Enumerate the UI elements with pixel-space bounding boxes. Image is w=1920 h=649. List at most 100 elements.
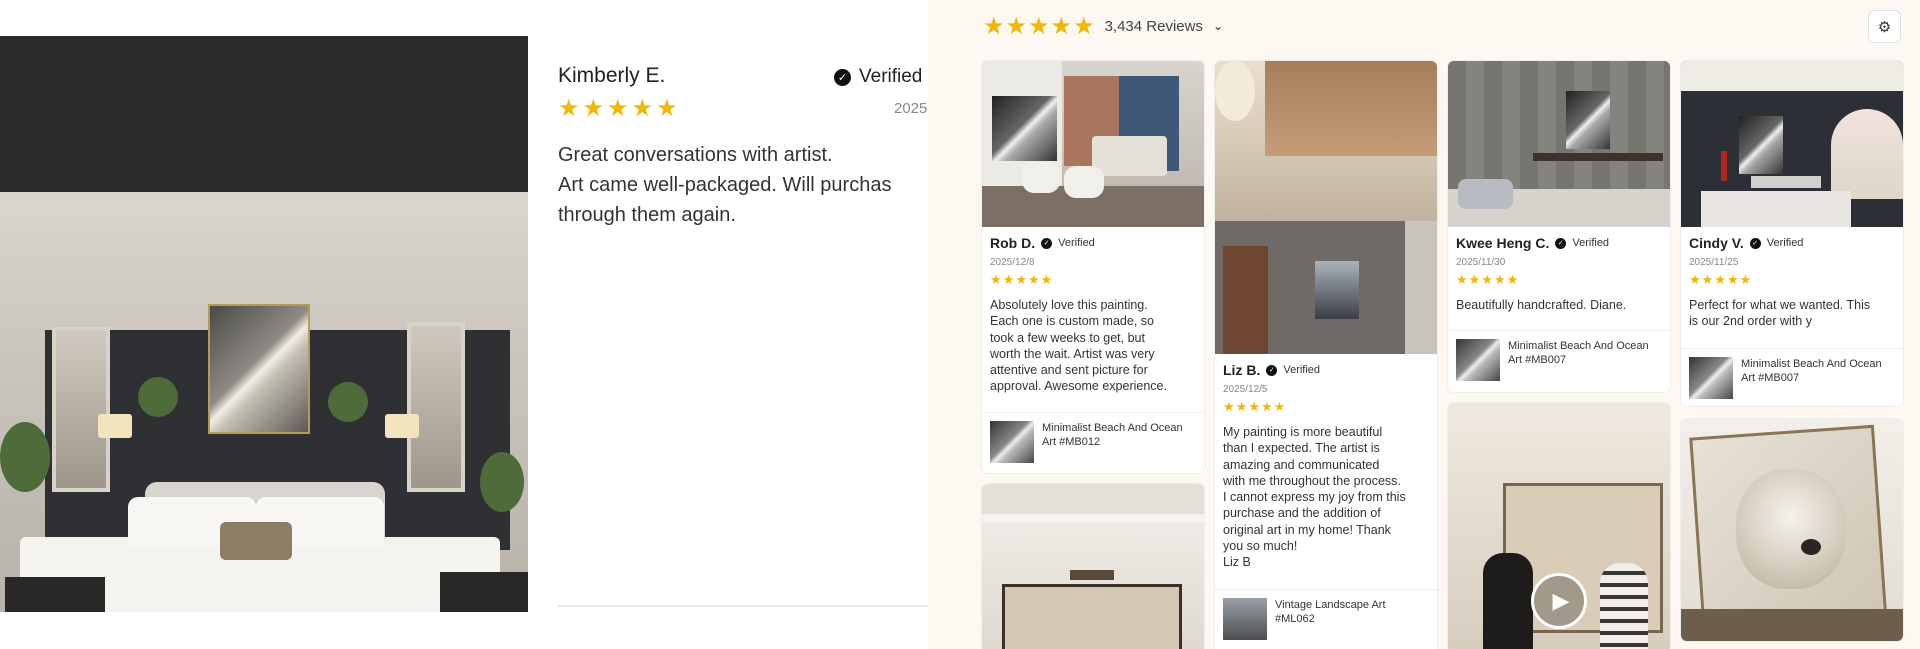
filter-button[interactable]: ⚙	[1868, 10, 1901, 43]
rating-stars: ★ ★ ★ ★ ★	[1456, 274, 1662, 287]
product-thumbnail	[1223, 598, 1267, 640]
check-icon: ✓	[1266, 364, 1278, 376]
bedroom-photo	[0, 192, 528, 612]
rating-stars: ★ ★ ★ ★ ★	[1223, 401, 1429, 414]
reviews-page: Kimberly E. ✓ Verified ★ ★ ★ ★ ★ 2025 Gr…	[0, 0, 1920, 649]
chevron-down-icon[interactable]: ⌄	[1213, 19, 1223, 33]
star-icon: ★	[1701, 273, 1714, 288]
review-card[interactable]	[982, 484, 1204, 649]
check-icon: ✓	[834, 68, 851, 86]
star-icon: ★	[1073, 12, 1095, 40]
photo-door	[1223, 246, 1268, 354]
photo-chandelier	[1751, 176, 1821, 188]
review-text: Perfect for what we wanted. This is our …	[1689, 298, 1871, 329]
photo-dog-portrait	[1736, 469, 1846, 589]
review-date: 2025	[894, 100, 928, 117]
star-icon: ★	[582, 94, 605, 122]
review-date: 2025/12/5	[1223, 384, 1268, 395]
review-card-photo[interactable]	[1448, 61, 1670, 227]
review-card-header: Kwee Heng C. ✓ Verified	[1456, 235, 1662, 251]
verified-badge: ✓ Verified	[834, 66, 922, 88]
check-icon: ✓	[1041, 237, 1053, 249]
summary-stars: ★ ★ ★ ★ ★	[983, 14, 1095, 38]
play-button[interactable]: ▶	[1531, 573, 1587, 629]
review-date: 2025/12/8	[990, 257, 1035, 268]
review-card[interactable]: Liz B. ✓ Verified 2025/12/5 ★ ★ ★ ★ ★ My pai…	[1215, 61, 1437, 649]
review-card-photo[interactable]	[982, 61, 1204, 227]
photo-plant	[0, 422, 50, 492]
review-date: 2025/11/30	[1456, 257, 1506, 268]
divider	[558, 605, 928, 607]
photo-window	[1831, 109, 1903, 199]
product-link[interactable]: Minimalist Beach And Ocean Art #MB007	[1448, 330, 1670, 389]
product-name: Minimalist Beach And Ocean Art #MB012	[1042, 422, 1183, 448]
photo-artwork	[1739, 116, 1783, 174]
review-card-header: Liz B. ✓ Verified	[1223, 362, 1429, 378]
review-text: Absolutely love this painting. Each one …	[990, 298, 1167, 394]
product-link[interactable]: Minimalist Beach And Ocean Art #MB012	[982, 412, 1204, 471]
review-card-header: Cindy V. ✓ Verified	[1689, 235, 1895, 251]
photo-person	[1600, 563, 1648, 649]
product-name: Vintage Landscape Art #ML062	[1275, 599, 1386, 625]
star-icon: ★	[1002, 273, 1015, 288]
review-text: Beautifully handcrafted. Diane.	[1456, 298, 1627, 312]
review-card[interactable]: ▶	[1448, 403, 1670, 649]
star-icon: ★	[1248, 400, 1260, 415]
product-link[interactable]: Vintage Landscape Art #ML062	[1215, 589, 1437, 648]
photo-shelf	[1533, 153, 1663, 161]
review-card[interactable]	[1681, 419, 1903, 641]
star-icon: ★	[1726, 273, 1739, 288]
star-icon: ★	[1223, 400, 1235, 415]
photo-molding	[982, 514, 1204, 522]
photo-ceiling	[982, 484, 1204, 514]
star-icon: ★	[656, 94, 678, 122]
photo-ceiling	[1448, 403, 1670, 433]
photo-dog-nose	[1801, 539, 1821, 555]
review-text-line: Art came well-packaged. Will purchas	[558, 174, 892, 196]
review-text-line: Great conversations with artist.	[558, 144, 833, 166]
review-card-photo[interactable]	[1215, 61, 1437, 354]
star-icon: ★	[1456, 273, 1468, 288]
review-card-body: Cindy V. ✓ Verified 2025/11/25 ★ ★ ★ ★ ★ Per…	[1681, 227, 1903, 330]
review-card[interactable]: Kwee Heng C. ✓ Verified 2025/11/30 ★ ★ ★ ★ ★…	[1448, 61, 1670, 392]
photo-table	[1701, 191, 1851, 227]
product-link[interactable]: Minimalist Beach And Ocean Art #MB007	[1681, 348, 1903, 406]
review-card[interactable]: Rob D. ✓ Verified 2025/12/8 ★ ★ ★ ★ ★ Absolu…	[982, 61, 1204, 473]
review-card[interactable]: Cindy V. ✓ Verified 2025/11/25 ★ ★ ★ ★ ★ Per…	[1681, 61, 1903, 406]
photo-mirror-left	[52, 327, 110, 492]
photo-plant	[480, 452, 524, 512]
photo-ceiling	[1265, 61, 1437, 156]
star-icon: ★	[1028, 12, 1050, 40]
reviewer-name: Rob D.	[990, 235, 1036, 251]
reviewer-name: Kimberly E.	[558, 64, 666, 87]
product-thumbnail	[990, 421, 1034, 463]
review-text: My painting is more beautiful than I exp…	[1223, 425, 1406, 570]
photo-lamp	[1070, 570, 1114, 580]
star-icon: ★	[990, 273, 1002, 288]
photo-pendant-light	[1215, 61, 1255, 121]
review-card-body: Rob D. ✓ Verified 2025/12/8 ★ ★ ★ ★ ★ Absolu…	[982, 227, 1204, 395]
photo-chair	[1064, 166, 1104, 198]
review-modal: Kimberly E. ✓ Verified ★ ★ ★ ★ ★ 2025 Gr…	[0, 0, 928, 649]
reviewer-name: Kwee Heng C.	[1456, 235, 1550, 251]
play-icon: ▶	[1552, 588, 1570, 614]
star-icon: ★	[1005, 12, 1028, 40]
rating-summary[interactable]: ★ ★ ★ ★ ★ 3,434 Reviews ⌄	[983, 14, 1223, 38]
photo-artwork	[1002, 584, 1182, 649]
review-card-photo[interactable]	[1681, 419, 1903, 641]
photo-artwork	[1315, 261, 1359, 319]
review-card-video[interactable]: ▶	[1448, 403, 1670, 649]
star-icon: ★	[631, 94, 654, 122]
review-card-photo[interactable]	[982, 484, 1204, 649]
review-text-line: through them again.	[558, 204, 736, 226]
rating-stars: ★ ★ ★ ★ ★	[1689, 274, 1895, 287]
review-photo[interactable]	[0, 36, 528, 612]
photo-mirror-right	[407, 322, 465, 492]
photo-artwork	[1566, 91, 1610, 149]
star-icon: ★	[558, 94, 580, 122]
star-icon: ★	[1468, 273, 1481, 288]
review-card-photo[interactable]	[1681, 61, 1903, 227]
check-icon: ✓	[1749, 237, 1761, 249]
reviews-widget: ★ ★ ★ ★ ★ 3,434 Reviews ⌄ ⚙ Rob D. ✓ Ver…	[928, 0, 1920, 649]
review-date: 2025/11/25	[1689, 257, 1739, 268]
